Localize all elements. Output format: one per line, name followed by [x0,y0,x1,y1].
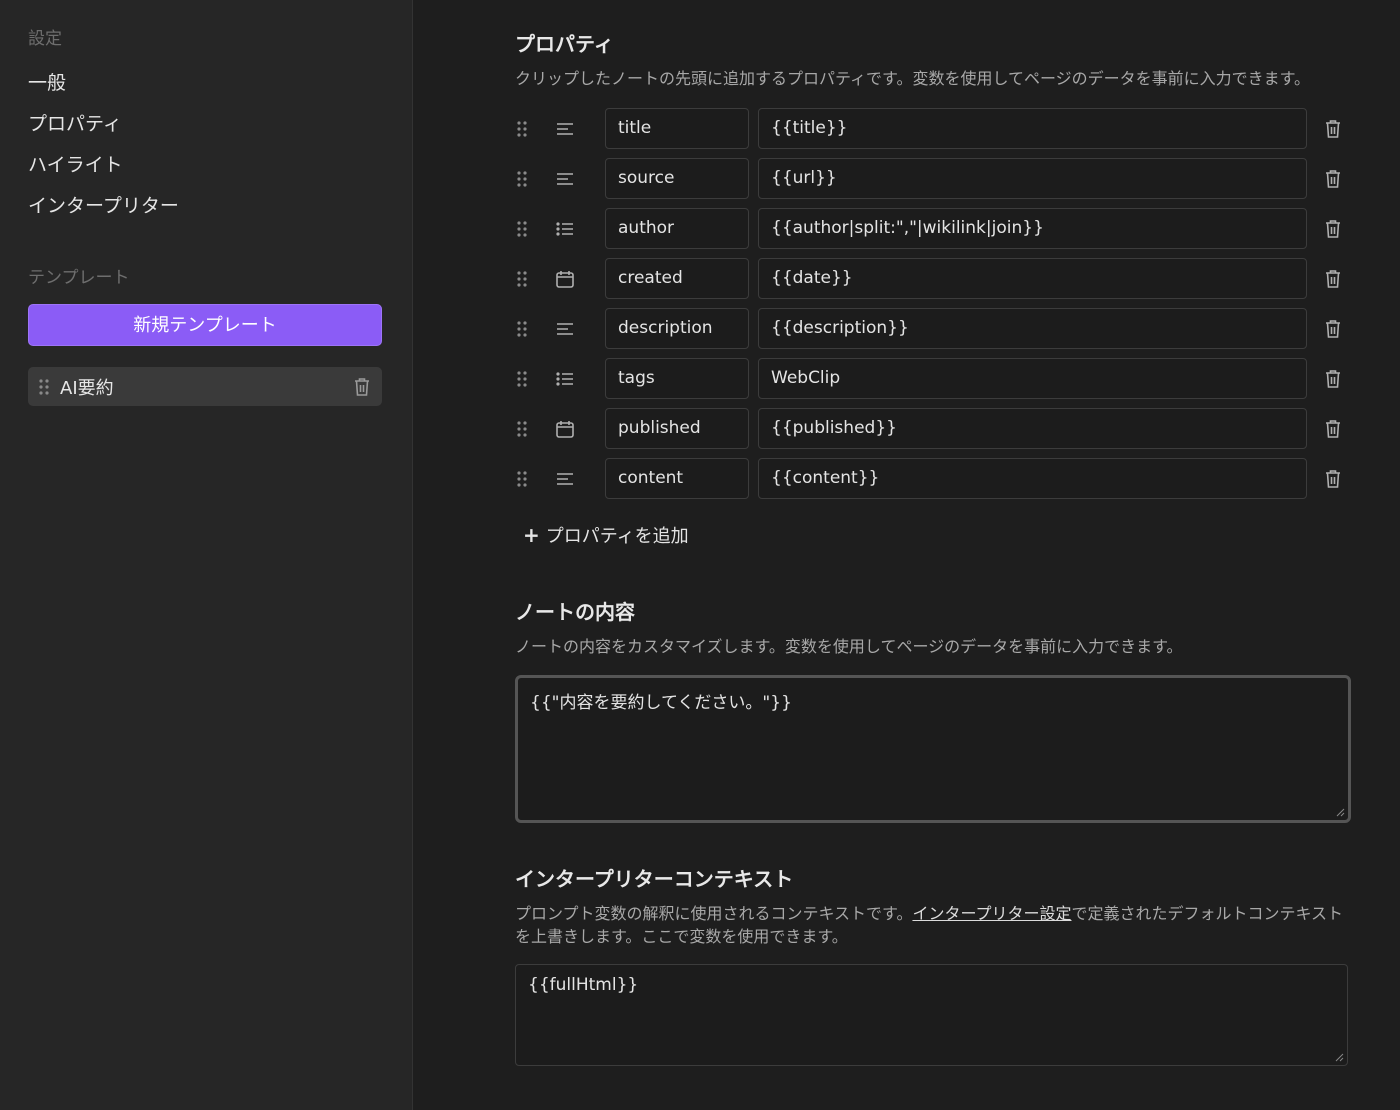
drag-handle-icon[interactable] [515,320,529,338]
sidebar-item-general[interactable]: 一般 [28,63,384,104]
calendar-icon[interactable] [553,268,577,290]
calendar-icon[interactable] [553,418,577,440]
add-property-button[interactable]: + プロパティを追加 [523,522,689,548]
property-row: source {{url}} [515,158,1351,199]
text-icon[interactable] [553,468,577,490]
interpreter-context-desc-before: プロンプト変数の解釈に使用されるコンテキストです。 [515,904,913,923]
drag-handle-icon[interactable] [515,470,529,488]
list-icon[interactable] [553,368,577,390]
property-name-input[interactable]: tags [605,358,749,399]
drag-handle-icon[interactable] [515,370,529,388]
interpreter-context-value: {{fullHtml}} [528,975,639,995]
trash-icon[interactable] [1322,467,1344,491]
property-name-input[interactable]: title [605,108,749,149]
property-value-input[interactable]: {{date}} [758,258,1307,299]
resize-handle-icon[interactable] [1335,807,1345,817]
interpreter-context-textarea[interactable]: {{fullHtml}} [515,964,1348,1066]
note-content-description: ノートの内容をカスタマイズします。変数を使用してページのデータを事前に入力できま… [515,637,1183,656]
trash-icon[interactable] [1322,367,1344,391]
property-row: author {{author|split:","|wikilink|join}} [515,208,1351,249]
properties-title: プロパティ [515,32,614,56]
text-icon[interactable] [553,168,577,190]
property-value-input[interactable]: {{title}} [758,108,1307,149]
property-name-input[interactable]: description [605,308,749,349]
templates-heading: テンプレート [28,268,130,288]
drag-handle-icon[interactable] [38,378,52,396]
drag-handle-icon[interactable] [515,270,529,288]
sidebar: 設定 一般 プロパティ ハイライト インタープリター テンプレート 新規テンプレ… [0,0,413,1110]
property-name-input[interactable]: author [605,208,749,249]
sidebar-item-highlights[interactable]: ハイライト [28,145,384,186]
property-value-input[interactable]: {{author|split:","|wikilink|join}} [758,208,1307,249]
drag-handle-icon[interactable] [515,420,529,438]
add-property-label: プロパティを追加 [545,526,689,547]
note-content-value: {{"内容を要約してください。"}} [530,693,792,713]
property-name-input[interactable]: source [605,158,749,199]
property-value-input[interactable]: {{description}} [758,308,1307,349]
resize-handle-icon[interactable] [1334,1052,1344,1062]
template-item-label: AI要約 [60,377,114,399]
property-row: tags WebClip [515,358,1351,399]
template-item[interactable]: AI要約 [28,367,382,406]
property-value-input[interactable]: {{content}} [758,458,1307,499]
interpreter-context-title: インタープリターコンテキスト [515,867,794,891]
property-name-input[interactable]: created [605,258,749,299]
property-row: published {{published}} [515,408,1351,449]
drag-handle-icon[interactable] [515,120,529,138]
property-name-input[interactable]: content [605,458,749,499]
interpreter-settings-link[interactable]: インタープリター設定 [912,904,1071,923]
text-icon[interactable] [553,118,577,140]
trash-icon[interactable] [1322,317,1344,341]
sidebar-item-properties[interactable]: プロパティ [28,104,384,145]
settings-heading: 設定 [28,29,62,49]
trash-icon[interactable] [1322,417,1344,441]
property-list: title {{title}} source {{url}} author {{autho… [515,108,1351,499]
trash-icon[interactable] [352,376,372,398]
property-value-input[interactable]: WebClip [758,358,1307,399]
drag-handle-icon[interactable] [515,220,529,238]
property-value-input[interactable]: {{url}} [758,158,1307,199]
property-row: description {{description}} [515,308,1351,349]
property-row: title {{title}} [515,108,1351,149]
trash-icon[interactable] [1322,217,1344,241]
property-value-input[interactable]: {{published}} [758,408,1307,449]
drag-handle-icon[interactable] [515,170,529,188]
new-template-button[interactable]: 新規テンプレート [28,304,382,346]
text-icon[interactable] [553,318,577,340]
list-icon[interactable] [553,218,577,240]
interpreter-context-description: プロンプト変数の解釈に使用されるコンテキストです。インタープリター設定で定義され… [515,902,1351,948]
note-content-textarea[interactable]: {{"内容を要約してください。"}} [515,675,1351,823]
trash-icon[interactable] [1322,167,1344,191]
sidebar-item-interpreter[interactable]: インタープリター [28,186,384,227]
main-panel: プロパティ クリップしたノートの先頭に追加するプロパティです。変数を使用してペー… [413,0,1400,1110]
property-row: content {{content}} [515,458,1351,499]
properties-description: クリップしたノートの先頭に追加するプロパティです。変数を使用してページのデータを… [515,69,1311,88]
trash-icon[interactable] [1322,267,1344,291]
property-name-input[interactable]: published [605,408,749,449]
property-row: created {{date}} [515,258,1351,299]
plus-icon: + [523,523,540,547]
note-content-title: ノートの内容 [515,600,635,624]
trash-icon[interactable] [1322,117,1344,141]
